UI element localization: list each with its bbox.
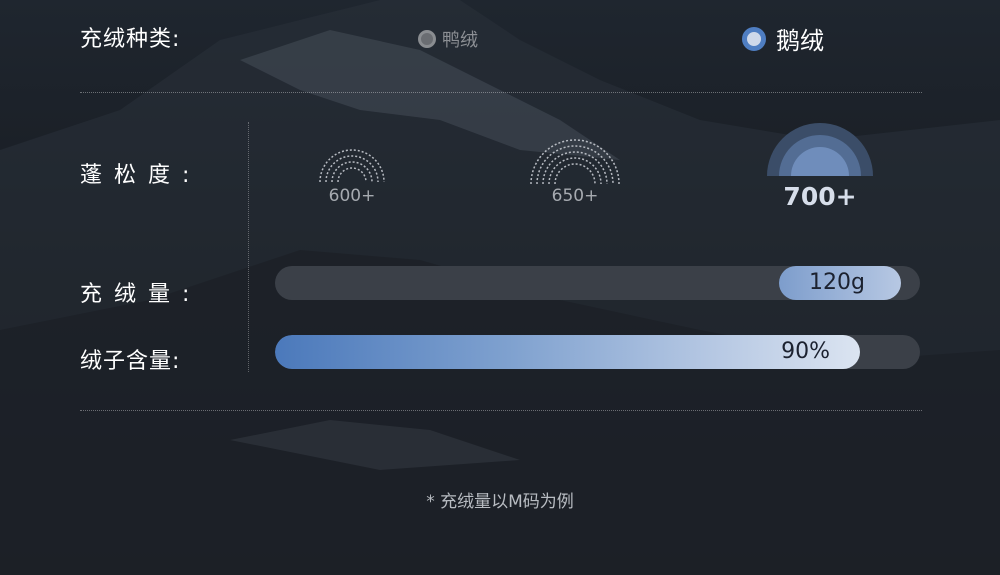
loft-arc-icon: [319, 149, 385, 183]
loft-dome-icon: [767, 123, 873, 176]
down-content-label: 绒子含量:: [80, 349, 181, 374]
radio-selected-icon: [742, 26, 766, 51]
loft-option-650[interactable]: 650+: [525, 136, 625, 206]
fill-weight-label: 充绒量:: [80, 282, 202, 307]
loft-option-700[interactable]: 700+: [763, 122, 877, 211]
fill-type-label: 充绒种类:: [80, 27, 181, 52]
loft-arc-icon: [530, 139, 620, 185]
loft-label: 蓬松度:: [80, 163, 202, 188]
down-content-value: 90%: [781, 339, 830, 364]
radio-duck-down[interactable]: 鸭绒: [418, 26, 478, 52]
loft-option-600[interactable]: 600+: [312, 140, 392, 206]
divider-bottom: [80, 410, 922, 411]
divider-vertical: [248, 122, 249, 372]
radio-goose-down[interactable]: 鹅绒: [742, 21, 824, 56]
loft-value-650: 650+: [551, 186, 599, 206]
fill-weight-indicator: 120g: [779, 266, 901, 300]
radio-duck-down-label: 鸭绒: [442, 30, 478, 51]
down-content-fill: 90%: [275, 335, 860, 369]
fill-weight-bar: 120g: [275, 266, 920, 300]
radio-unselected-icon: [418, 30, 436, 48]
size-footnote: * 充绒量以M码为例: [426, 492, 574, 512]
down-content-bar: 90%: [275, 335, 920, 369]
radio-goose-down-label: 鹅绒: [776, 27, 824, 55]
divider-top: [80, 92, 922, 93]
loft-value-700: 700+: [783, 182, 857, 211]
fill-weight-value: 120g: [809, 270, 865, 295]
loft-value-600: 600+: [328, 186, 376, 206]
